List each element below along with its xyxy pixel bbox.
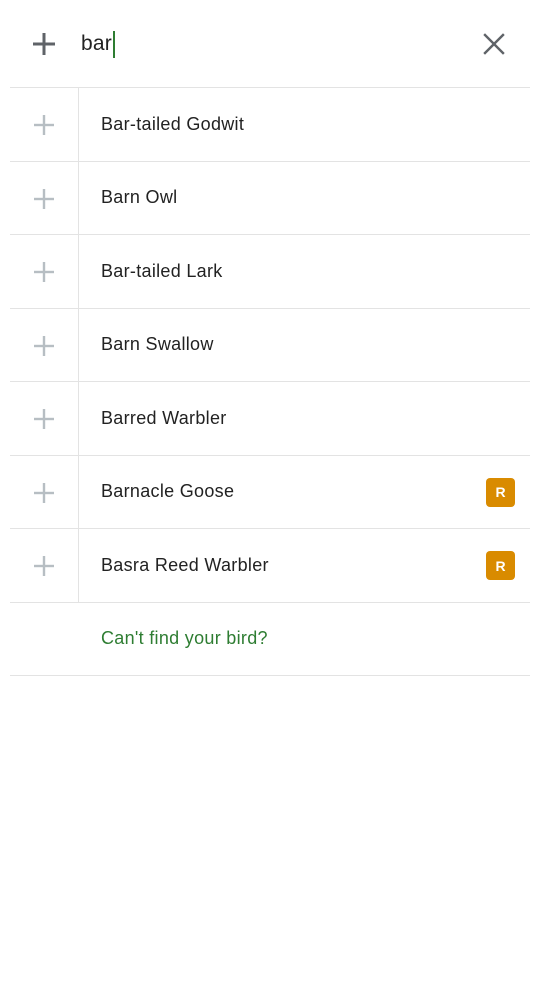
list-item[interactable]: Barred Warbler <box>10 381 530 455</box>
text-cursor <box>112 30 115 58</box>
plus-icon <box>34 335 54 356</box>
row-add-button[interactable] <box>10 235 79 308</box>
list-item[interactable]: Basra Reed Warbler R <box>10 528 530 602</box>
search-header: bar <box>0 0 540 87</box>
list-item[interactable]: Barn Owl <box>10 160 530 234</box>
rarity-badge: R <box>486 477 515 507</box>
bird-name: Barred Warbler <box>101 407 227 428</box>
row-add-button[interactable] <box>10 88 79 161</box>
cant-find-row: Can't find your bird? <box>10 601 530 676</box>
close-icon[interactable] <box>481 31 507 57</box>
row-add-button[interactable] <box>10 308 79 381</box>
bird-name: Barnacle Goose <box>101 481 235 502</box>
list-item[interactable]: Barn Swallow <box>10 307 530 381</box>
bird-name: Barn Owl <box>101 187 178 208</box>
plus-icon <box>34 115 54 135</box>
results-list: Bar-tailed Godwit Barn Owl Bar-tailed La… <box>10 87 530 676</box>
plus-icon <box>34 409 54 429</box>
bird-name: Basra Reed Warbler <box>101 554 269 575</box>
row-add-button[interactable] <box>10 161 79 234</box>
list-item[interactable]: Bar-tailed Lark <box>10 234 530 308</box>
search-input[interactable]: bar <box>81 28 115 60</box>
list-item[interactable]: Barnacle Goose R <box>10 454 530 528</box>
plus-icon <box>34 262 54 282</box>
search-query[interactable]: bar <box>81 28 112 60</box>
row-add-button[interactable] <box>10 455 79 528</box>
bird-name: Bar-tailed Godwit <box>101 113 245 134</box>
row-add-button[interactable] <box>10 529 79 602</box>
row-add-button[interactable] <box>10 382 79 455</box>
bird-name: Barn Swallow <box>101 334 214 355</box>
list-item[interactable]: Bar-tailed Godwit <box>10 87 530 161</box>
plus-icon <box>34 188 54 209</box>
bird-name: Bar-tailed Lark <box>101 260 223 281</box>
rarity-badge: R <box>486 551 515 580</box>
plus-icon <box>34 482 54 503</box>
add-icon[interactable] <box>31 31 57 57</box>
cant-find-link[interactable]: Can't find your bird? <box>101 603 268 675</box>
plus-icon <box>34 556 54 576</box>
